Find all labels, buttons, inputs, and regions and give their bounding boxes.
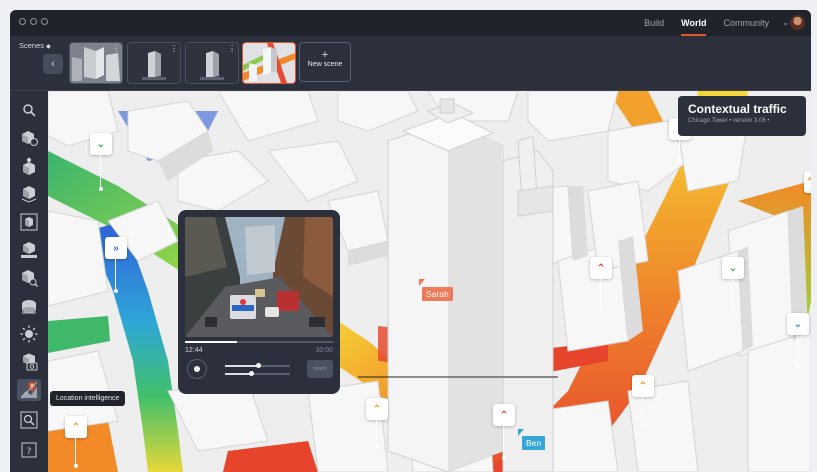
triple-chevron-up-icon: ⌃ (499, 409, 509, 421)
cube-person-icon[interactable] (17, 155, 41, 177)
scenes-label: Scenes ◆ (19, 41, 51, 50)
marker-stem (677, 140, 682, 162)
scene-thumbnail-3[interactable]: ⋮ (185, 42, 239, 84)
thumbnail-menu-icon[interactable]: ⋮ (285, 44, 293, 53)
slider-knob[interactable] (255, 363, 261, 368)
reset-button[interactable]: reset (307, 360, 333, 378)
marker-stem (598, 279, 603, 313)
sidebar-tooltip: Location intelligence (50, 391, 126, 406)
maximize-dot[interactable] (41, 18, 48, 25)
thumbnail-menu-icon[interactable]: ⋮ (112, 44, 120, 53)
traffic-marker[interactable]: ⌄ (722, 257, 744, 279)
plus-icon: + (321, 49, 329, 61)
marker-stem (795, 335, 800, 367)
double-chevron-up-icon: ⌃ (71, 421, 81, 433)
traffic-marker[interactable]: ⌄ (90, 133, 112, 155)
cube-road-icon[interactable] (17, 295, 41, 317)
double-chevron-down-icon: » (113, 242, 119, 254)
nav-build[interactable]: Build (644, 10, 664, 36)
marker-stem (730, 279, 735, 309)
info-card-title: Contextual traffic (688, 102, 787, 116)
traffic-marker[interactable]: ⌃ (493, 404, 515, 426)
scene-thumbnail-4[interactable]: ⋮ (242, 42, 296, 84)
video-frame[interactable] (185, 217, 333, 337)
scenes-strip: Scenes ◆ ‹ ⋮ ⋮ ⋮ ⋮ + New scene (10, 36, 811, 91)
cube-clock-icon[interactable] (17, 127, 41, 149)
video-progress[interactable] (185, 341, 333, 343)
person-pointer (419, 279, 425, 286)
double-chevron-down-icon: ⌄ (793, 318, 803, 330)
cube-frame-icon[interactable] (17, 211, 41, 233)
marker-stem (501, 426, 506, 460)
close-dot[interactable] (19, 18, 26, 25)
minimize-dot[interactable] (30, 18, 37, 25)
nav-world[interactable]: World (681, 10, 707, 36)
double-chevron-up-icon: ⌃ (372, 403, 382, 415)
person-name: Sarah (426, 289, 449, 299)
svg-text:?: ? (27, 447, 32, 457)
person-name: Ben (526, 438, 542, 448)
cube-camera-icon[interactable] (17, 351, 41, 373)
info-card-subtitle: Chicago Tower • version 3.06 • (688, 118, 770, 124)
top-nav: Build World Community (644, 10, 769, 36)
traffic-marker[interactable]: » (105, 237, 127, 259)
triple-chevron-up-icon: ⌃ (596, 262, 606, 274)
new-scene-button[interactable]: + New scene (299, 42, 351, 82)
chevron-down-icon: ⌄ (728, 262, 738, 274)
traffic-marker[interactable]: ⌄ (787, 313, 809, 335)
magnifier-frame-icon[interactable] (17, 409, 41, 431)
avatar[interactable] (790, 15, 805, 30)
marker-stem (113, 259, 118, 293)
city-3d-scene[interactable] (48, 91, 811, 472)
current-time: 12:44 (185, 347, 203, 354)
location-pin-icon[interactable] (17, 379, 41, 401)
traffic-marker[interactable]: ⌃ (65, 416, 87, 438)
info-card: Contextual traffic Chicago Tower • versi… (678, 96, 806, 136)
scene-thumbnail-2[interactable]: ⋮ (127, 42, 181, 84)
traffic-marker[interactable]: ⌃ (804, 171, 811, 193)
slider-knob[interactable] (249, 371, 254, 376)
help-icon[interactable]: ? (17, 439, 41, 461)
chevron-up-icon: ⌃ (805, 176, 811, 188)
thumbnail-menu-icon[interactable]: ⋮ (228, 44, 236, 53)
video-slider-1[interactable] (225, 363, 290, 368)
marker-stem (640, 397, 645, 427)
slider-fill (225, 365, 258, 367)
slider-fill (225, 373, 251, 375)
nav-community[interactable]: Community (723, 10, 769, 36)
app-window: Build World Community ⌄ Scenes ◆ ‹ ⋮ ⋮ ⋮… (10, 10, 811, 472)
video-slider-2[interactable] (225, 371, 290, 376)
record-button[interactable] (187, 359, 207, 379)
chevron-up-icon: ⌃ (638, 380, 648, 392)
title-bar: Build World Community ⌄ (10, 10, 811, 36)
scenes-back-button[interactable]: ‹ (43, 54, 63, 74)
end-time: 30:00 (315, 347, 333, 354)
video-player: 12:44 30:00 reset (178, 210, 340, 394)
person-pointer (518, 429, 524, 436)
sun-icon[interactable] (17, 323, 41, 345)
traffic-marker[interactable]: ⌃ (366, 398, 388, 420)
traffic-marker[interactable]: ⌃ (632, 375, 654, 397)
marker-stem (374, 420, 379, 450)
cube-search-icon[interactable] (17, 267, 41, 289)
window-controls (19, 18, 48, 25)
scene-thumbnail-1[interactable]: ⋮ (69, 42, 123, 84)
video-progress-fill (185, 341, 237, 343)
chevron-down-icon: ⌄ (96, 138, 106, 150)
thumbnail-menu-icon[interactable]: ⋮ (170, 44, 178, 53)
chevron-down-icon[interactable]: ⌄ (782, 18, 789, 27)
map-viewport[interactable]: ⌄ » ⌃ ⌃ ⌃ ⌃ ⌄ ⌃ ⌃ ⌄ ⌃ Sarah Ben (48, 91, 811, 472)
cube-stack-icon[interactable] (17, 183, 41, 205)
person-label-ben[interactable]: Ben (522, 436, 546, 450)
street-video-frame (185, 217, 333, 337)
tool-sidebar: ? (10, 91, 48, 472)
person-label-sarah[interactable]: Sarah (422, 287, 453, 301)
cube-layers-icon[interactable] (17, 239, 41, 261)
traffic-marker[interactable]: ⌃ (590, 257, 612, 279)
marker-stem (98, 155, 103, 191)
search-icon[interactable] (17, 99, 41, 121)
marker-stem (73, 438, 78, 468)
new-scene-label: New scene (307, 61, 343, 68)
